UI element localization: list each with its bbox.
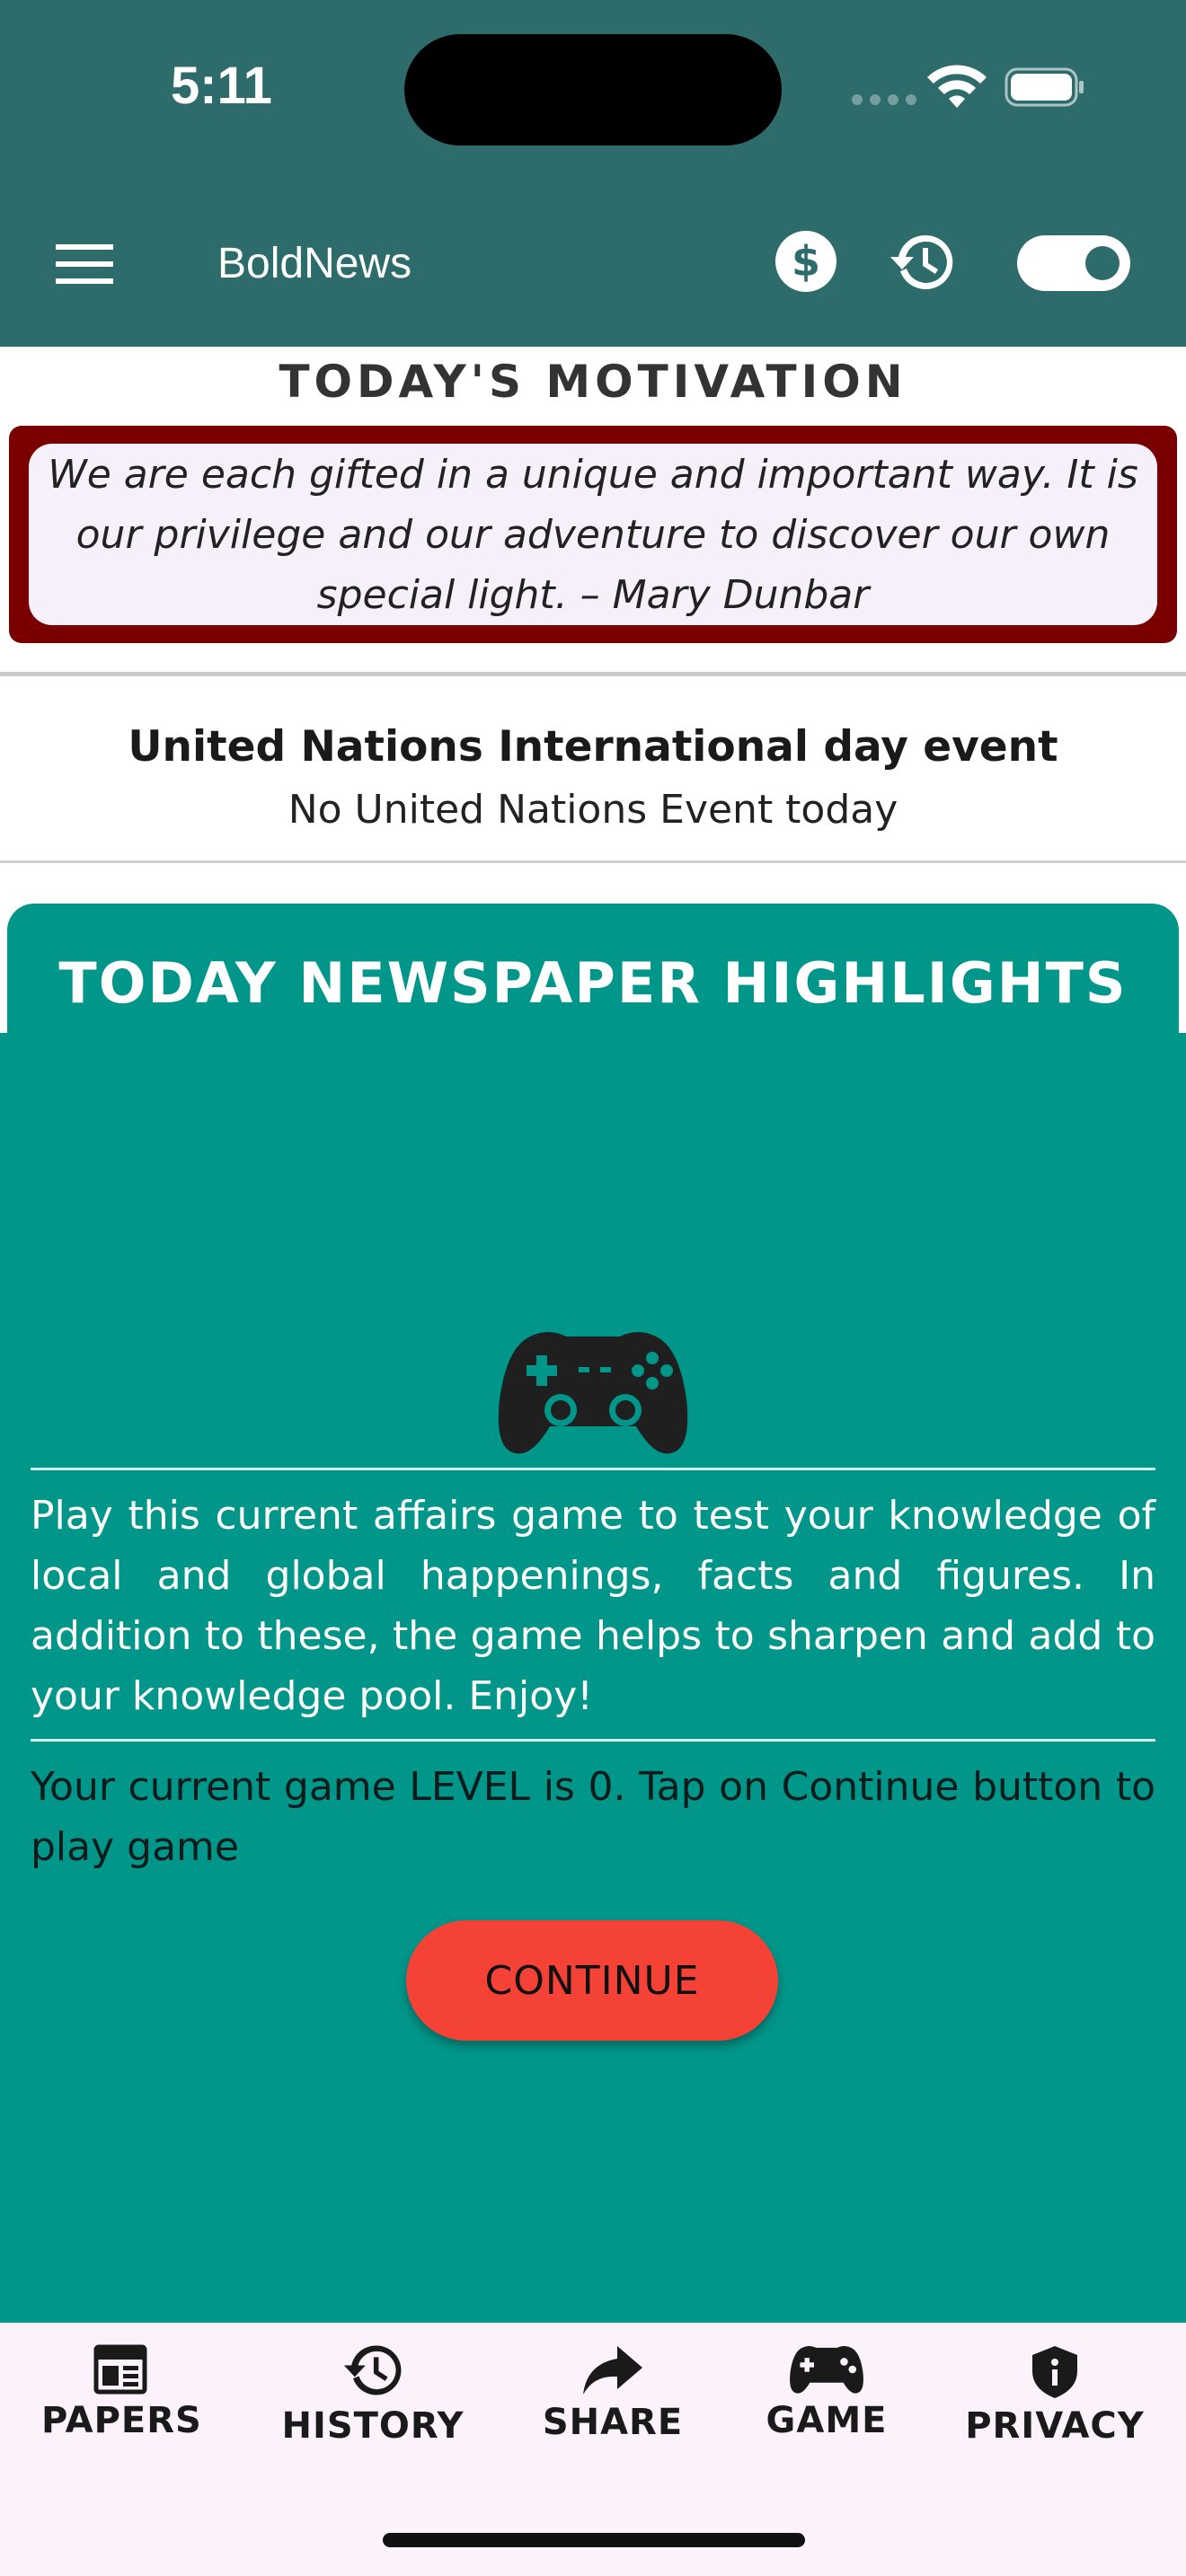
- nav-label: SHARE: [542, 2402, 684, 2443]
- svg-text:$: $: [792, 237, 820, 286]
- gamepad-icon: [790, 2345, 863, 2394]
- nav-label: GAME: [766, 2400, 888, 2441]
- divider: [31, 1739, 1155, 1742]
- quote-text: We are each gifted in a unique and impor…: [48, 451, 1138, 618]
- game-level-text: Your current game LEVEL is 0. Tap on Con…: [31, 1764, 1155, 1870]
- nav-label: PAPERS: [41, 2400, 202, 2441]
- game-description: Play this current affairs game to test y…: [31, 1493, 1155, 1719]
- home-indicator: [383, 2533, 805, 2547]
- nav-item-history[interactable]: HISTORY: [280, 2341, 465, 2447]
- dollar-icon[interactable]: $: [774, 230, 837, 293]
- nav-item-share[interactable]: SHARE: [534, 2344, 692, 2443]
- divider: [0, 672, 1186, 676]
- quote-frame: We are each gifted in a unique and impor…: [9, 426, 1177, 643]
- gamepad-icon: [498, 1332, 688, 1454]
- un-event-subtitle: No United Nations Event today: [288, 787, 898, 833]
- history-icon[interactable]: [890, 230, 954, 295]
- nav-item-papers[interactable]: PAPERS: [41, 2344, 202, 2441]
- status-time: 5:11: [171, 57, 272, 115]
- toggle-knob: [1085, 246, 1120, 280]
- newspaper-icon: [93, 2344, 147, 2395]
- continue-button[interactable]: CONTINUE: [406, 1920, 778, 2041]
- shield-icon: [1032, 2346, 1077, 2398]
- cellular-signal-icon: [852, 94, 916, 105]
- divider: [0, 860, 1186, 863]
- wifi-icon: [927, 65, 987, 108]
- share-icon: [583, 2346, 642, 2395]
- app-title: BoldNews: [217, 240, 412, 287]
- motivation-heading: TODAY'S MOTIVATION: [279, 356, 907, 408]
- history-icon: [343, 2345, 402, 2395]
- divider: [31, 1468, 1155, 1470]
- nav-item-privacy[interactable]: PRIVACY: [965, 2344, 1145, 2447]
- quote-box: We are each gifted in a unique and impor…: [29, 444, 1157, 625]
- dynamic-island: [404, 34, 782, 146]
- toggle-switch[interactable]: [1017, 235, 1130, 291]
- nav-label: HISTORY: [281, 2405, 465, 2447]
- battery-icon: [1005, 67, 1084, 107]
- menu-icon[interactable]: [56, 243, 113, 286]
- nav-label: PRIVACY: [965, 2405, 1145, 2447]
- un-event-title: United Nations International day event: [128, 722, 1058, 772]
- highlights-heading: TODAY NEWSPAPER HIGHLIGHTS: [58, 950, 1128, 1016]
- nav-item-game[interactable]: GAME: [751, 2344, 902, 2441]
